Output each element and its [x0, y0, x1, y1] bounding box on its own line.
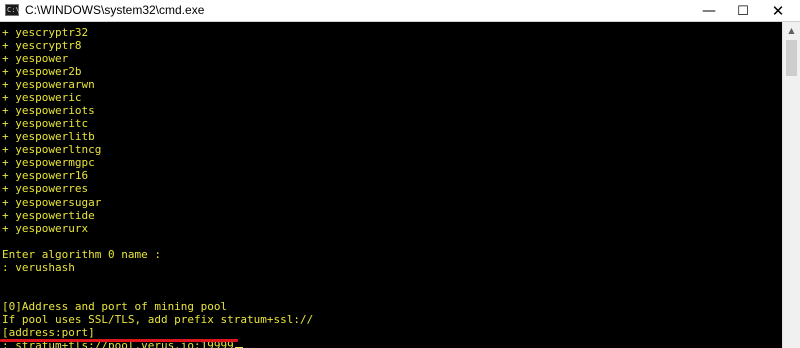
console-line: + yespoweric	[2, 91, 81, 104]
console-line: + yespowerurx	[2, 222, 88, 235]
console-line-text: + yespowerltncg	[2, 143, 102, 157]
scroll-up-arrow-icon[interactable]: ▲	[783, 22, 800, 39]
vertical-scrollbar[interactable]: ▲	[782, 22, 800, 348]
console-line-text: + yespowertide	[2, 208, 95, 222]
close-button[interactable]: ✕	[760, 0, 796, 22]
console-line-text: + yespower	[2, 52, 69, 66]
console-line: : verushash	[2, 261, 75, 274]
minimize-button[interactable]: —	[691, 0, 727, 22]
console-line: + yespoweritc	[2, 117, 88, 130]
console-line-text: + yescryptr32	[2, 26, 89, 39]
console-line: Enter algorithm 0 name :	[2, 248, 161, 261]
maximize-button[interactable]: ☐	[725, 0, 761, 22]
console-line-text: + yespower2b	[2, 65, 82, 79]
input-highlight-underline	[0, 339, 238, 342]
console-line-text: + yescryptr8	[2, 39, 82, 53]
console-line: + yespowertide	[2, 209, 95, 222]
console-line-text: + yespoweric	[2, 91, 82, 105]
console-line-text: + yespoweritc	[2, 117, 89, 131]
console-line: + yespower	[2, 52, 68, 65]
title-bar[interactable]: C:\ C:\WINDOWS\system32\cmd.exe — ☐ ✕	[0, 0, 800, 22]
console-line-text: + yespowersugar	[2, 195, 102, 209]
console-line-text: + yespowerres	[2, 182, 89, 196]
console-line-text: [0]Address and port of mining pool	[2, 299, 228, 313]
console-line: + yescryptr32	[2, 26, 88, 39]
console-line: + yespowerltncg	[2, 143, 101, 156]
console-line-text: + yespowerarwn	[2, 78, 95, 92]
console-line: + yespowerlitb	[2, 130, 95, 143]
console-line: + yespowersugar	[2, 196, 101, 209]
console-line-text: + yespoweriots	[2, 104, 95, 118]
console-line-text: If pool uses SSL/TLS, add prefix stratum…	[2, 312, 314, 326]
console-line: [0]Address and port of mining pool	[2, 300, 227, 313]
console-line: + yespowerarwn	[2, 78, 95, 91]
console-line: + yescryptr8	[2, 39, 81, 52]
console-output[interactable]: + yescryptr32 + yescryptr8 + yespower + yes…	[0, 22, 782, 348]
console-line: + yespower2b	[2, 65, 81, 78]
console-line: + yespowerres	[2, 182, 88, 195]
console-line-text: + yespowerr16	[2, 169, 89, 183]
console-line-text: [address:port]	[2, 325, 95, 339]
cmd-app-icon[interactable]: C:\	[5, 4, 20, 16]
console-line-text: + yespowerurx	[2, 221, 89, 235]
console-line: [address:port]	[2, 326, 95, 339]
console-line-text: + yespowerlitb	[2, 130, 95, 144]
window-title: C:\WINDOWS\system32\cmd.exe	[25, 3, 205, 17]
scrollbar-thumb[interactable]	[786, 40, 797, 76]
console-line-text: Enter algorithm 0 name :	[2, 247, 161, 261]
console-line: If pool uses SSL/TLS, add prefix stratum…	[2, 313, 313, 326]
console-line: + yespowermgpc	[2, 156, 95, 169]
console-line-text: : verushash	[2, 260, 75, 274]
console-line-text: + yespowermgpc	[2, 156, 95, 170]
console-line: + yespowerr16	[2, 169, 88, 182]
console-line: + yespoweriots	[2, 104, 95, 117]
